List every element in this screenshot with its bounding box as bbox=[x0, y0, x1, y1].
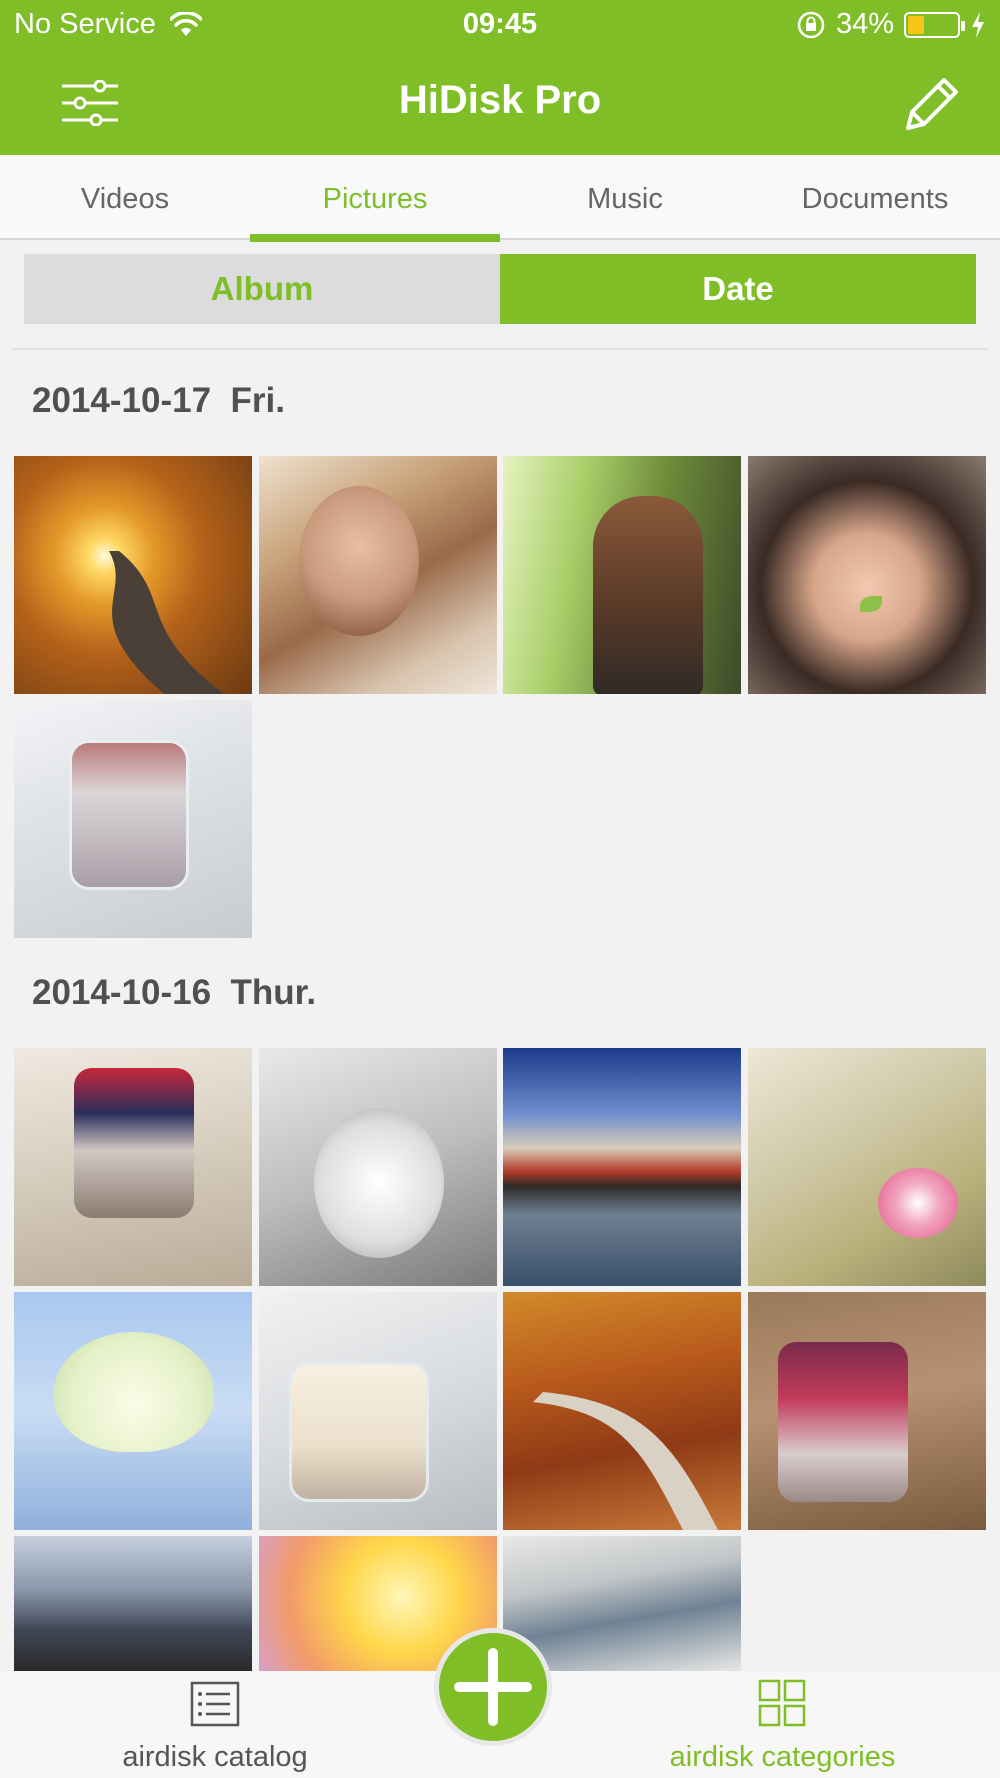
nav-bar: HiDisk Pro bbox=[0, 50, 1000, 155]
date-text: 2014-10-17 bbox=[32, 381, 212, 420]
categories-tab[interactable]: airdisk categories bbox=[640, 1671, 925, 1778]
photo-pink-lotus[interactable] bbox=[748, 1048, 986, 1286]
segment-date[interactable]: Date bbox=[500, 254, 976, 324]
grid-icon bbox=[758, 1679, 806, 1727]
catalog-tab[interactable]: airdisk catalog bbox=[90, 1671, 340, 1778]
day-text: Fri. bbox=[230, 381, 285, 420]
battery-percent: 34% bbox=[835, 8, 894, 40]
photo-girl-in-sunlight[interactable] bbox=[503, 456, 741, 694]
tab-documents[interactable]: Documents bbox=[750, 155, 1000, 240]
pencil-edit-icon[interactable] bbox=[900, 72, 964, 136]
rotation-lock-icon bbox=[797, 11, 825, 38]
date-text: 2014-10-16 bbox=[32, 973, 212, 1012]
categories-label: airdisk categories bbox=[669, 1741, 896, 1773]
catalog-label: airdisk catalog bbox=[122, 1741, 308, 1773]
segment-album[interactable]: Album bbox=[24, 254, 500, 324]
app-header: No Service 09:45 34% HiDisk Pro bbox=[0, 0, 1000, 155]
date-heading: 2014-10-16 Thur. bbox=[32, 973, 316, 1013]
path-shape bbox=[533, 1392, 718, 1530]
photo-chia-pudding-with-figs[interactable] bbox=[14, 700, 252, 938]
tab-music[interactable]: Music bbox=[500, 155, 750, 240]
divider bbox=[12, 348, 988, 350]
status-right: 34% bbox=[796, 8, 986, 41]
photo-seaside-houses[interactable] bbox=[503, 1048, 741, 1286]
photo-berry-chia-jar[interactable] bbox=[14, 1048, 252, 1286]
battery-icon bbox=[904, 11, 965, 38]
photo-autumn-path[interactable] bbox=[503, 1292, 741, 1530]
photo-raspberry-fig-jar[interactable] bbox=[748, 1292, 986, 1530]
battery-level bbox=[908, 15, 925, 34]
view-mode-segment: Album Date bbox=[24, 254, 976, 324]
list-icon bbox=[190, 1681, 240, 1727]
photo-woman-portrait[interactable] bbox=[259, 456, 497, 694]
charging-icon bbox=[972, 11, 984, 38]
tab-pictures[interactable]: Pictures bbox=[250, 155, 500, 242]
category-tabs: Videos Pictures Music Documents bbox=[0, 155, 1000, 242]
photo-autumn-road-sunlight[interactable] bbox=[14, 456, 252, 694]
road-shape bbox=[109, 551, 224, 694]
page-title: HiDisk Pro bbox=[398, 78, 602, 122]
status-bar: No Service 09:45 34% bbox=[0, 0, 1000, 50]
day-text: Thur. bbox=[230, 973, 317, 1012]
photo-child-with-leaf[interactable] bbox=[748, 456, 986, 694]
photo-desert-road[interactable] bbox=[14, 1536, 252, 1671]
plus-icon bbox=[454, 1648, 532, 1726]
add-button[interactable] bbox=[434, 1628, 552, 1746]
photo-child-with-rabbit[interactable] bbox=[259, 1048, 497, 1286]
tab-videos[interactable]: Videos bbox=[0, 155, 250, 240]
photo-white-lotus[interactable] bbox=[14, 1292, 252, 1530]
photo-fig-yogurt-jar[interactable] bbox=[259, 1292, 497, 1530]
date-heading: 2014-10-17 Fri. bbox=[32, 381, 285, 421]
